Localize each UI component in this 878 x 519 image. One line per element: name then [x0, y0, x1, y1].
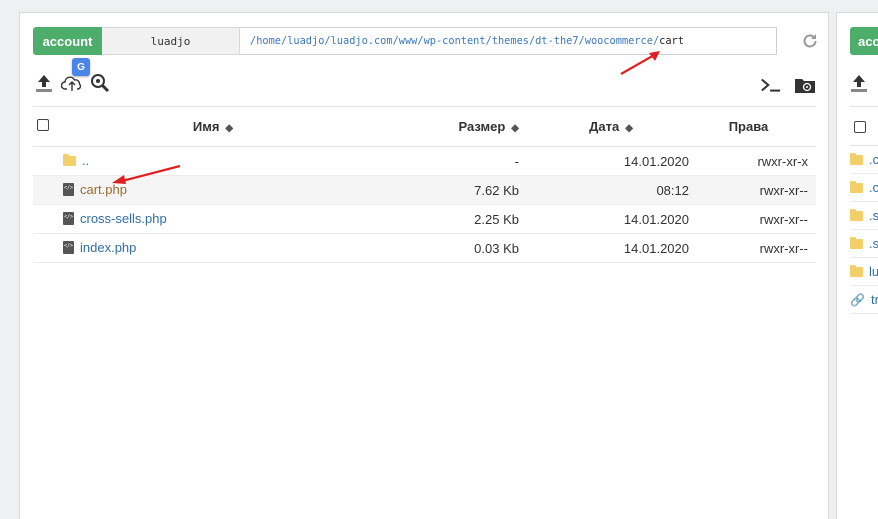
file-date: 14.01.2020	[533, 233, 689, 263]
red-arrow-annotation	[112, 164, 181, 184]
file-date: 14.01.2020	[533, 204, 689, 234]
list-item[interactable]: 🔗 tr	[850, 286, 878, 314]
file-name-link[interactable]: .s	[869, 208, 878, 223]
account-button[interactable]: account	[850, 27, 878, 55]
path-parent-link[interactable]: /home/luadjo/luadjo.com/www/wp-content/t…	[250, 35, 659, 47]
path-bar: account luadjo /home/luadjo/luadjo.com/w…	[33, 27, 777, 55]
file-manager-panel-right: account .c .c .s .s lu 🔗 tr	[836, 12, 878, 519]
folder-settings-icon[interactable]	[794, 73, 816, 97]
file-perms[interactable]: rwxr-xr--	[689, 233, 816, 263]
refresh-icon[interactable]	[799, 30, 821, 52]
file-size: 0.03 Kb	[363, 233, 533, 263]
folder-icon	[850, 152, 863, 165]
google-translate-icon[interactable]: G	[72, 58, 90, 76]
file-date: 08:12	[533, 175, 689, 205]
file-size: 2.25 Kb	[363, 204, 533, 234]
code-file-icon	[63, 240, 74, 254]
column-header-date-label: Дата	[589, 119, 620, 134]
folder-icon	[850, 236, 863, 249]
folder-icon	[850, 180, 863, 193]
list-item[interactable]: lu	[850, 258, 878, 286]
folder-icon	[850, 208, 863, 221]
upload-icon[interactable]	[850, 73, 868, 98]
column-header-perms-label: Права	[728, 119, 769, 134]
table-row[interactable]: cross-sells.php 2.25 Kb 14.01.2020 rwxr-…	[33, 204, 816, 234]
column-header-name[interactable]: Имя ◆	[63, 106, 363, 147]
file-name-link[interactable]: tr	[871, 292, 878, 307]
file-name-link[interactable]: index.php	[80, 240, 136, 255]
terminal-icon[interactable]	[760, 73, 782, 97]
file-size: -	[363, 146, 533, 176]
file-name-link[interactable]: .s	[869, 236, 878, 251]
table-header-row: Имя ◆ Размер ◆ Дата ◆ Права	[33, 106, 816, 147]
file-name-link[interactable]: cross-sells.php	[80, 211, 167, 226]
folder-icon	[850, 264, 863, 277]
file-date: 14.01.2020	[533, 146, 689, 176]
link-icon: 🔗	[850, 292, 865, 307]
path-input[interactable]: /home/luadjo/luadjo.com/www/wp-content/t…	[240, 27, 777, 55]
file-name-link[interactable]: .c	[869, 180, 878, 195]
file-name-link[interactable]: lu	[869, 264, 878, 279]
file-manager-panel-left: account luadjo /home/luadjo/luadjo.com/w…	[19, 12, 829, 519]
account-button[interactable]: account	[33, 27, 102, 55]
select-all-cell	[33, 106, 63, 147]
sort-icon: ◆	[225, 123, 234, 134]
list-item[interactable]: .s	[850, 202, 878, 230]
list-item[interactable]: .s	[850, 230, 878, 258]
code-file-icon	[63, 211, 74, 225]
file-name-link[interactable]: .c	[869, 152, 878, 167]
file-size: 7.62 Kb	[363, 175, 533, 205]
toolbar-right	[760, 73, 816, 97]
column-header-date[interactable]: Дата ◆	[533, 106, 689, 147]
select-all-checkbox[interactable]	[37, 119, 49, 131]
list-item[interactable]: .c	[850, 174, 878, 202]
column-header-size[interactable]: Размер ◆	[363, 106, 533, 147]
search-icon[interactable]	[89, 71, 111, 95]
username-field[interactable]: luadjo	[102, 27, 240, 55]
code-file-icon	[63, 182, 74, 196]
list-item[interactable]: .c	[850, 146, 878, 174]
upload-icon[interactable]	[33, 71, 55, 95]
file-perms[interactable]: rwxr-xr--	[689, 204, 816, 234]
column-header-perms: Права	[689, 106, 816, 147]
red-arrow-annotation	[620, 51, 660, 75]
column-header-size-label: Размер	[458, 119, 506, 134]
select-all-checkbox[interactable]	[854, 121, 866, 133]
path-current-segment: cart	[659, 35, 684, 47]
folder-icon	[63, 153, 76, 166]
file-perms[interactable]: rwxr-xr--	[689, 175, 816, 205]
table-row[interactable]: index.php 0.03 Kb 14.01.2020 rwxr-xr--	[33, 233, 816, 263]
file-name-link[interactable]: ..	[82, 153, 89, 168]
file-perms[interactable]: rwxr-xr-x	[689, 146, 816, 176]
column-header-name-label: Имя	[192, 119, 220, 134]
sort-icon: ◆	[511, 123, 519, 134]
sort-icon: ◆	[625, 123, 633, 134]
